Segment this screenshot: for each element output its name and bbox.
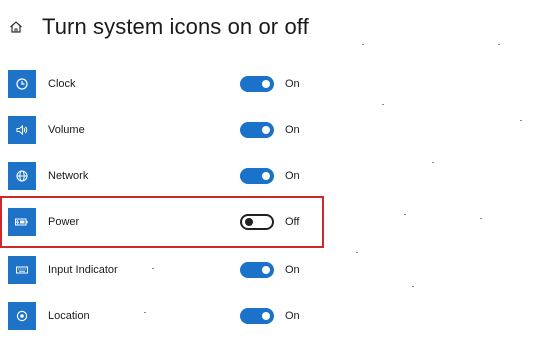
setting-label: Volume [48, 124, 85, 136]
speck [356, 252, 358, 253]
network-toggle[interactable] [240, 168, 274, 184]
toggle-state-text: On [285, 124, 300, 136]
setting-label: Power [48, 216, 80, 228]
speck [432, 162, 434, 163]
power-toggle[interactable] [240, 214, 274, 230]
clock-icon [8, 70, 36, 98]
clock-toggle[interactable] [240, 76, 274, 92]
speck [412, 286, 414, 287]
speck [144, 312, 146, 313]
setting-row-power: Power Off [8, 206, 328, 238]
speck [152, 268, 154, 269]
speck [362, 44, 364, 45]
setting-label: Input Indicator [48, 264, 118, 276]
speck [520, 120, 522, 121]
toggle-state-text: On [285, 264, 300, 276]
setting-row-network: Network On [8, 160, 328, 192]
speck [300, 28, 302, 29]
setting-row-input-indicator: Input Indicator On [8, 254, 328, 286]
volume-toggle[interactable] [240, 122, 274, 138]
speck [498, 44, 500, 45]
page-title: Turn system icons on or off [42, 14, 309, 39]
settings-page: Turn system icons on or off Clock On Vol… [0, 0, 550, 340]
speck [404, 214, 406, 215]
location-icon [8, 302, 36, 330]
setting-row-clock: Clock On [8, 68, 328, 100]
speck [382, 104, 384, 105]
toggle-state-text: On [285, 170, 300, 182]
setting-label: Clock [48, 78, 76, 90]
keyboard-icon [8, 256, 36, 284]
setting-row-location: Location On [8, 300, 328, 332]
setting-label: Location [48, 310, 90, 322]
battery-icon [8, 208, 36, 236]
network-globe-icon [8, 162, 36, 190]
toggle-state-text: On [285, 78, 300, 90]
speck [480, 218, 482, 219]
location-toggle[interactable] [240, 308, 274, 324]
home-icon[interactable] [8, 19, 24, 35]
page-header: Turn system icons on or off [8, 10, 309, 44]
setting-label: Network [48, 170, 89, 182]
input-indicator-toggle[interactable] [240, 262, 274, 278]
volume-icon [8, 116, 36, 144]
toggle-state-text: Off [285, 216, 300, 228]
toggle-state-text: On [285, 310, 300, 322]
setting-row-volume: Volume On [8, 114, 328, 146]
